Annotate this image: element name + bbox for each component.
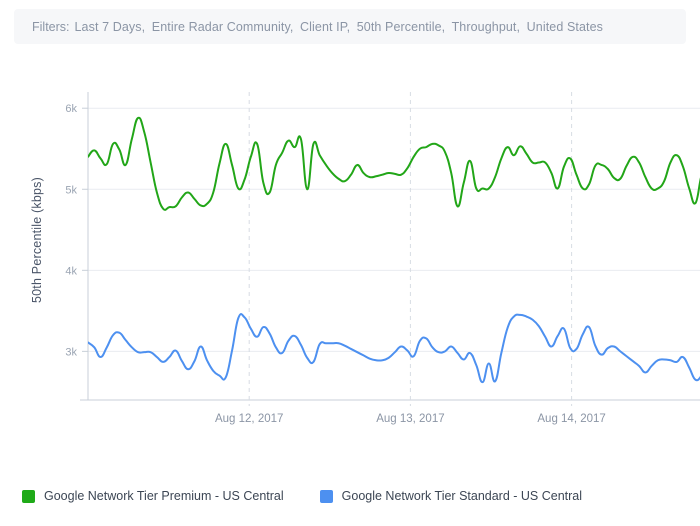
- line-chart-plot: 3k 4k 5k 6k Aug 12, 2017 Aug 13, 2017 Aug 14, …: [65, 92, 700, 425]
- legend-item-standard[interactable]: Google Network Tier Standard - US Centra…: [319, 489, 583, 503]
- filter-item-4[interactable]: Throughput,: [452, 20, 521, 34]
- series-line-standard: [88, 313, 700, 384]
- legend-swatch-premium-icon: [22, 489, 35, 503]
- series-line-premium: [88, 116, 700, 211]
- filter-item-2[interactable]: Client IP,: [300, 20, 350, 34]
- y-tick-label: 3k: [65, 346, 77, 358]
- filter-item-0[interactable]: Last 7 Days,: [75, 20, 146, 34]
- filter-item-5[interactable]: United States: [527, 20, 603, 34]
- filter-bar[interactable]: Filters: Last 7 Days, Entire Radar Commu…: [14, 9, 686, 44]
- x-tick-label: Aug 13, 2017: [376, 413, 444, 425]
- y-tick-label: 6k: [65, 103, 77, 115]
- y-tick-label: 5k: [65, 184, 77, 196]
- filter-item-3[interactable]: 50th Percentile,: [357, 20, 445, 34]
- legend-swatch-standard-icon: [319, 489, 333, 503]
- chart-legend: Google Network Tier Premium - US Central…: [22, 489, 618, 503]
- filter-list: Last 7 Days, Entire Radar Community, Cli…: [75, 20, 607, 34]
- x-tick-label: Aug 12, 2017: [215, 413, 283, 425]
- legend-label-premium: Google Network Tier Premium - US Central: [44, 489, 284, 503]
- radar-throughput-chart-page: Filters: Last 7 Days, Entire Radar Commu…: [0, 0, 700, 526]
- filters-label: Filters:: [32, 19, 70, 34]
- legend-label-standard: Google Network Tier Standard - US Centra…: [341, 489, 583, 503]
- y-tick-label: 4k: [65, 265, 77, 277]
- legend-item-premium[interactable]: Google Network Tier Premium - US Central: [22, 489, 284, 503]
- chart-area: 50th Percentile (kbps) 3k 4k 5k 6k Aug 12, 2…: [0, 48, 700, 448]
- filter-item-1[interactable]: Entire Radar Community,: [152, 20, 294, 34]
- x-tick-label: Aug 14, 2017: [537, 413, 605, 425]
